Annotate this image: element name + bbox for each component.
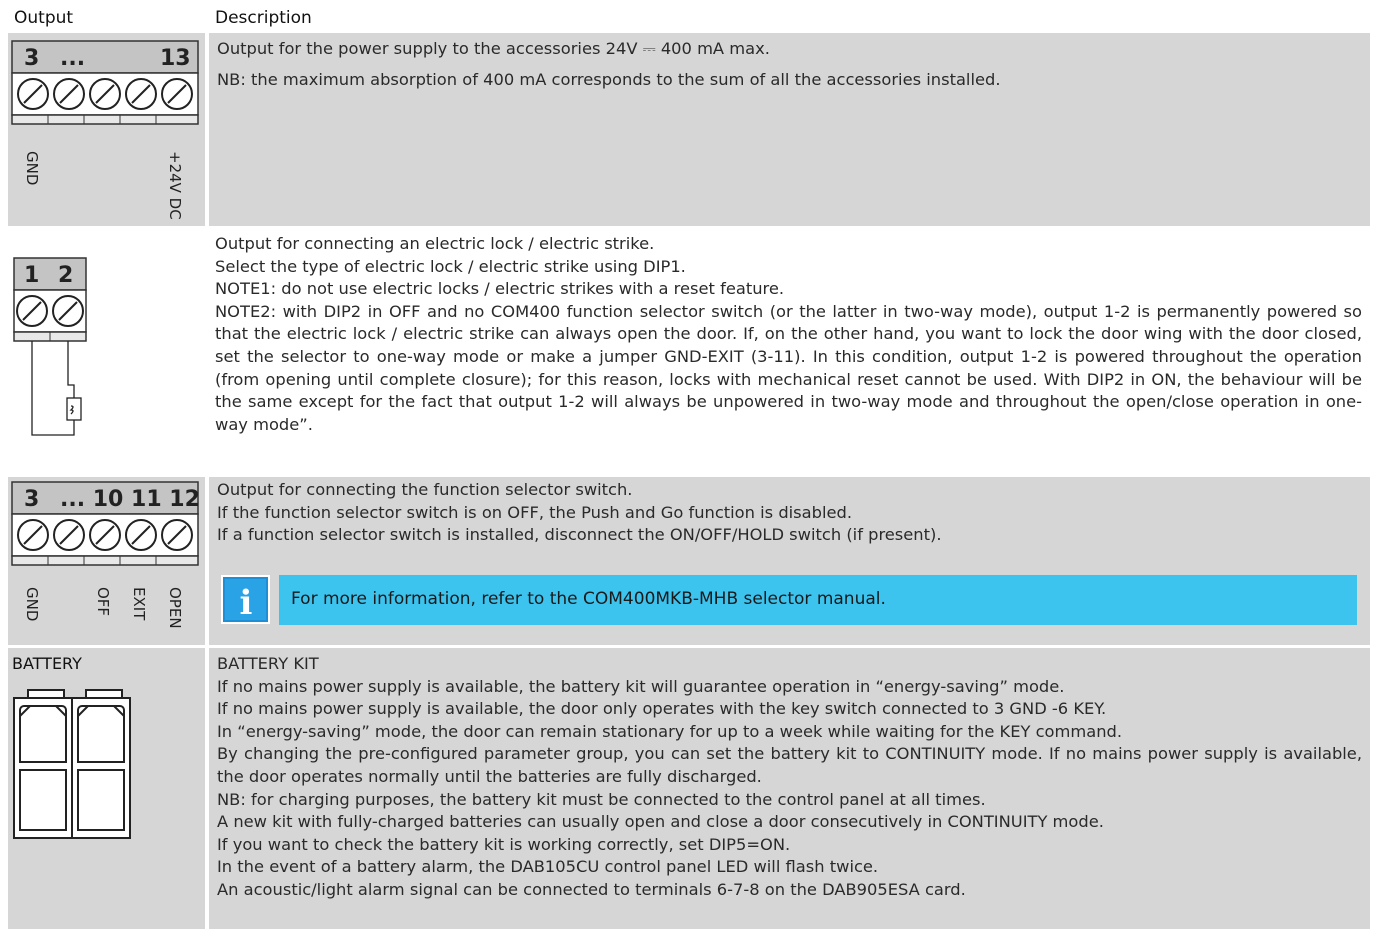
- description-line: NOTE1: do not use electric locks / elect…: [215, 279, 785, 299]
- terminal-number-1: 1: [24, 263, 39, 288]
- battery-cell: BATTERY: [8, 648, 205, 929]
- description-line: Output for connecting the function selec…: [217, 480, 633, 499]
- info-icon: i: [221, 575, 271, 625]
- terminal-label-exit: EXIT: [130, 587, 148, 621]
- description-line: In the event of a battery alarm, the DAB…: [217, 857, 879, 877]
- terminal-cell: 3 ... 10 11 12 GND OFF EXIT OPEN: [8, 477, 205, 645]
- description-line: NB: the maximum absorption of 400 mA cor…: [217, 69, 1001, 89]
- terminal-number-start: 3: [24, 487, 39, 512]
- electric-lock-terminal-diagram: 1 2: [13, 257, 87, 436]
- terminal-number-start: 3: [24, 46, 39, 71]
- description-paragraph: By changing the pre-configured parameter…: [217, 744, 1362, 786]
- description-line: If no mains power supply is available, t…: [217, 676, 1065, 696]
- screw-terminals: [17, 519, 193, 551]
- description-column-header: Description: [215, 8, 312, 28]
- info-callout: i For more information, refer to the COM…: [221, 575, 1357, 625]
- terminal-block-5-pin-diagram: 3 ... 13 GND +24V DC: [11, 40, 199, 220]
- description-line: In “energy-saving” mode, the door can re…: [217, 721, 1123, 741]
- description-line: If no mains power supply is available, t…: [217, 699, 1107, 719]
- table-row: 3 ... 10 11 12 GND OFF EXIT OPEN Output …: [0, 477, 1370, 645]
- description-line: An acoustic/light alarm signal can be co…: [217, 879, 966, 899]
- description-line: If the function selector switch is on OF…: [217, 502, 853, 522]
- terminal-label-gnd: GND: [23, 151, 41, 185]
- table-row: 3 ... 13 GND +24V DC Output for the powe…: [0, 33, 1370, 226]
- screw-terminals: [17, 78, 193, 110]
- description-line: A new kit with fully-charged batteries c…: [217, 812, 1104, 832]
- selector-terminal-block-diagram: 3 ... 10 11 12 GND OFF EXIT OPEN: [11, 481, 200, 629]
- lock-wiring: [31, 341, 82, 436]
- description-line: NB: for charging purposes, the battery k…: [217, 789, 986, 809]
- terminal-cell: 1 2: [8, 228, 205, 466]
- description-cell: Output for the power supply to the acces…: [207, 33, 1370, 226]
- terminal-label-gnd: GND: [23, 587, 41, 621]
- terminal-cell: 3 ... 13 GND +24V DC: [8, 33, 205, 226]
- table-row: 1 2 Output for connecting an electric lo…: [0, 228, 1370, 466]
- description-line: Output for the power supply to the acces…: [217, 39, 770, 58]
- battery-icon: [13, 689, 131, 839]
- description-cell: Output for connecting the function selec…: [207, 477, 1370, 645]
- output-column-header: Output: [14, 8, 74, 28]
- description-cell: Output for connecting an electric lock /…: [207, 228, 1370, 466]
- terminal-numbers: ... 10 11 12: [60, 487, 200, 512]
- terminal-label-24v-dc: +24V DC: [166, 151, 184, 220]
- terminal-number-ellipsis: ...: [60, 46, 85, 71]
- info-bar: For more information, refer to the COM40…: [279, 575, 1357, 625]
- terminal-number-end: 13: [160, 46, 191, 71]
- table-row: BATTERY BATTERY KIT If no mains power su…: [0, 648, 1370, 929]
- description-line: Output for connecting an electric lock /…: [215, 234, 655, 253]
- battery-label: BATTERY: [12, 654, 82, 673]
- terminal-label-open: OPEN: [166, 587, 184, 629]
- description-line: If a function selector switch is install…: [217, 525, 942, 545]
- description-cell: BATTERY KIT If no mains power supply is …: [207, 648, 1370, 929]
- description-line: If you want to check the battery kit is …: [217, 834, 791, 854]
- svg-text:i: i: [240, 583, 253, 623]
- terminal-label-off: OFF: [94, 587, 112, 616]
- terminal-number-2: 2: [58, 263, 73, 288]
- description-line: Select the type of electric lock / elect…: [215, 256, 686, 276]
- description-line: BATTERY KIT: [217, 654, 319, 673]
- description-paragraph: NOTE2: with DIP2 in OFF and no COM400 fu…: [215, 301, 1362, 434]
- info-text: For more information, refer to the COM40…: [291, 589, 886, 609]
